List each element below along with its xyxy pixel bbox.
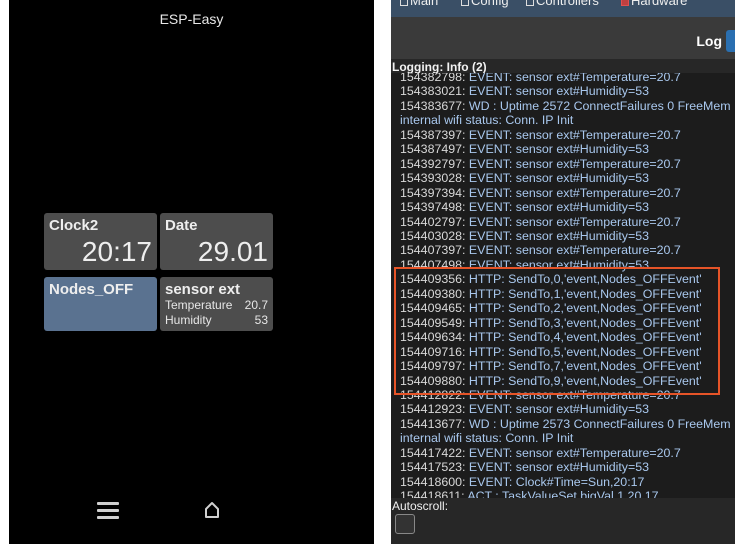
- divider: [374, 0, 391, 544]
- log-timestamp: 154418611:: [400, 489, 465, 498]
- log-timestamp: 154383677:: [400, 98, 466, 113]
- log-message: EVENT: sensor ext#Temperature=20.7: [468, 73, 681, 84]
- log-timestamp: 154403028:: [400, 228, 466, 243]
- tile-name: sensor ext: [165, 281, 241, 298]
- app-title: ESP-Easy: [159, 11, 224, 27]
- log-timestamp: 154393028:: [400, 171, 466, 186]
- log-timestamp: 154417422:: [400, 445, 466, 460]
- log-message: internal wifi status: Conn. IP Init: [400, 431, 574, 446]
- log-timestamp: 154383021:: [400, 84, 466, 99]
- sensor-row-temperature: Temperature 20.7: [165, 298, 268, 313]
- tab-config[interactable]: Config: [461, 0, 509, 8]
- log-message: EVENT: sensor ext#Temperature=20.7: [468, 185, 681, 200]
- highlight-box: [394, 267, 720, 395]
- logging-level-label: Logging: Info (2): [392, 60, 487, 74]
- log-message: EVENT: sensor ext#Temperature=20.7: [468, 445, 681, 460]
- tile-sensor-ext[interactable]: sensor ext Temperature 20.7 Humidity 53: [160, 277, 273, 331]
- log-timestamp: 154382798:: [400, 73, 466, 84]
- hardware-icon: [621, 0, 629, 7]
- log-timestamp: 154397498:: [400, 200, 466, 215]
- log-message: EVENT: Clock#Time=Sun,20:17: [468, 474, 645, 489]
- autoscroll-checkbox[interactable]: [395, 514, 415, 534]
- log-line: 154392797: EVENT: sensor ext#Temperature…: [400, 157, 735, 171]
- sensor-label: Temperature: [165, 298, 233, 312]
- log-line: 154383677: WD : Uptime 2572 ConnectFailu…: [400, 99, 735, 113]
- log-line: internal wifi status: Conn. IP Init: [400, 431, 735, 445]
- log-line: 154382798: EVENT: sensor ext#Temperature…: [400, 73, 735, 84]
- log-message: internal wifi status: Conn. IP Init: [400, 113, 574, 128]
- phone-screen: ESP-Easy Clock2 20:17 Date 29.01 Nodes_O…: [9, 0, 374, 544]
- log-timestamp: 154412923:: [400, 402, 466, 417]
- log-message: EVENT: sensor ext#Humidity=53: [468, 460, 650, 475]
- log-timestamp: 154387497:: [400, 142, 466, 157]
- log-line: 154403028: EVENT: sensor ext#Humidity=53: [400, 229, 735, 243]
- sensor-value: 53: [254, 313, 268, 327]
- tab-label: Controllers: [536, 0, 599, 8]
- main-icon: [400, 0, 408, 7]
- log-timestamp: 154413677:: [400, 416, 466, 431]
- log-message: ACT : TaskValueSet,bigVal,1,20.17: [467, 489, 659, 498]
- menu-icon[interactable]: [97, 502, 119, 522]
- sensor-label: Humidity: [165, 313, 212, 327]
- log-timestamp: 154392797:: [400, 156, 466, 171]
- log-line: 154407397: EVENT: sensor ext#Temperature…: [400, 243, 735, 257]
- log-line: 154387397: EVENT: sensor ext#Temperature…: [400, 128, 735, 142]
- log-button[interactable]: Log: [696, 33, 722, 49]
- log-timestamp: 154397394:: [400, 185, 466, 200]
- log-line: 154417422: EVENT: sensor ext#Temperature…: [400, 446, 735, 460]
- tile-name: Clock2: [49, 217, 99, 234]
- log-timestamp: 154407397:: [400, 243, 466, 258]
- log-line: 154397498: EVENT: sensor ext#Humidity=53: [400, 200, 735, 214]
- log-message: EVENT: sensor ext#Humidity=53: [468, 84, 650, 99]
- log-line: 154393028: EVENT: sensor ext#Humidity=53: [400, 171, 735, 185]
- tile-name: Nodes_OFF: [49, 281, 134, 298]
- toolbar: [391, 17, 735, 59]
- log-timestamp: 154387397:: [400, 127, 466, 142]
- log-message: WD : Uptime 2573 ConnectFailures 0 FreeM…: [468, 416, 731, 431]
- tab-main[interactable]: Main: [400, 0, 438, 8]
- config-icon: [461, 0, 469, 7]
- log-line: 154418611: ACT : TaskValueSet,bigVal,1,2…: [400, 489, 735, 498]
- top-nav: Main Config Controllers Hardware: [391, 0, 735, 17]
- tile-name: Date: [165, 217, 198, 234]
- controllers-icon: [526, 0, 534, 7]
- log-line: 154413677: WD : Uptime 2573 ConnectFailu…: [400, 417, 735, 431]
- log-line: 154412923: EVENT: sensor ext#Humidity=53: [400, 402, 735, 416]
- log-line: 154417523: EVENT: sensor ext#Humidity=53: [400, 460, 735, 474]
- log-timestamp: 154418600:: [400, 474, 466, 489]
- sensor-row-humidity: Humidity 53: [165, 313, 268, 328]
- home-icon[interactable]: [203, 500, 221, 520]
- tab-label: Hardware: [631, 0, 688, 8]
- log-line: 154387497: EVENT: sensor ext#Humidity=53: [400, 142, 735, 156]
- log-message: EVENT: sensor ext#Humidity=53: [468, 171, 650, 186]
- tab-hardware[interactable]: Hardware: [621, 0, 687, 8]
- autoscroll-label: Autoscroll:: [392, 499, 449, 513]
- tile-nodes-off-button[interactable]: Nodes_OFF: [44, 277, 157, 331]
- log-message: EVENT: sensor ext#Temperature=20.7: [468, 243, 681, 258]
- log-message: EVENT: sensor ext#Temperature=20.7: [468, 127, 681, 142]
- tile-value: 29.01: [197, 236, 268, 267]
- tile-clock2[interactable]: Clock2 20:17: [44, 213, 157, 270]
- log-line: 154402797: EVENT: sensor ext#Temperature…: [400, 215, 735, 229]
- log-message: EVENT: sensor ext#Humidity=53: [468, 142, 650, 157]
- log-timestamp: 154417523:: [400, 460, 466, 475]
- log-timestamp: 154402797:: [400, 214, 466, 229]
- log-line: internal wifi status: Conn. IP Init: [400, 113, 735, 127]
- log-message: EVENT: sensor ext#Temperature=20.7: [468, 214, 681, 229]
- log-line: 154383021: EVENT: sensor ext#Humidity=53: [400, 84, 735, 98]
- tile-value: 20:17: [81, 236, 152, 267]
- tab-label: Main: [410, 0, 439, 8]
- tab-label: Config: [471, 0, 509, 8]
- log-message: WD : Uptime 2572 ConnectFailures 0 FreeM…: [468, 98, 731, 113]
- log-line: 154397394: EVENT: sensor ext#Temperature…: [400, 186, 735, 200]
- log-line: 154418600: EVENT: Clock#Time=Sun,20:17: [400, 475, 735, 489]
- log-message: EVENT: sensor ext#Humidity=53: [468, 228, 650, 243]
- next-tab-edge[interactable]: [726, 30, 735, 52]
- tab-controllers[interactable]: Controllers: [526, 0, 599, 8]
- sensor-value: 20.7: [244, 298, 268, 312]
- tile-date[interactable]: Date 29.01: [160, 213, 273, 270]
- log-message: EVENT: sensor ext#Temperature=20.7: [468, 156, 681, 171]
- log-message: EVENT: sensor ext#Humidity=53: [468, 402, 650, 417]
- log-message: EVENT: sensor ext#Humidity=53: [468, 200, 650, 215]
